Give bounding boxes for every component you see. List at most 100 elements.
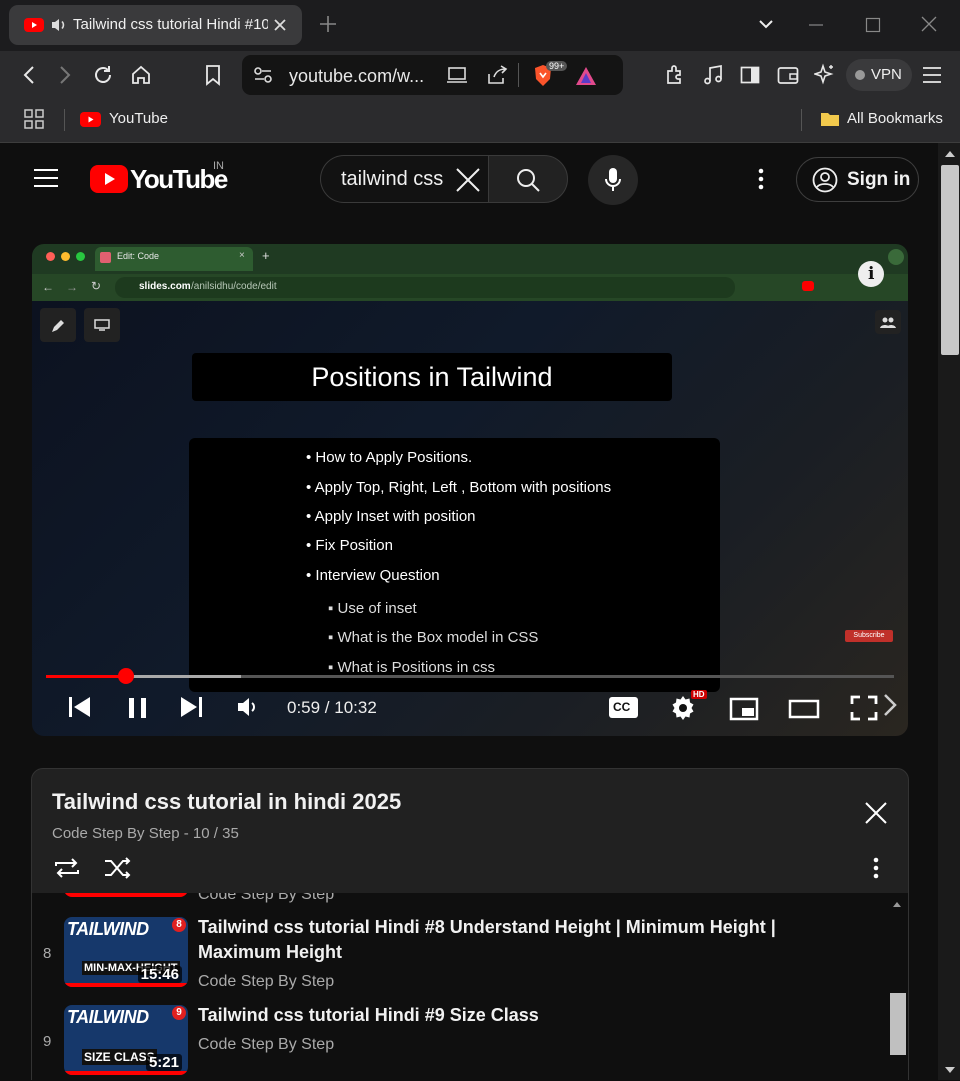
music-icon[interactable] <box>702 64 724 86</box>
search-icon <box>516 168 540 192</box>
country-code: IN <box>213 160 224 172</box>
sign-in-label: Sign in <box>847 169 911 190</box>
video-title[interactable]: Tailwind css tutorial Hindi #9 Size Clas… <box>198 1003 838 1028</box>
fullscreen-icon[interactable] <box>850 695 878 721</box>
playlist-items: Code Step By Step 8 TAILWIND 8 MIN-MAX-H… <box>32 893 908 1081</box>
thumb-badge: 8 <box>172 918 186 932</box>
address-bar[interactable]: youtube.com/w... 99+ <box>242 55 623 95</box>
loop-playlist-icon[interactable] <box>53 857 81 879</box>
close-playlist-icon[interactable] <box>865 802 887 824</box>
volume-icon[interactable] <box>236 696 260 718</box>
traffic-light-green <box>76 252 85 261</box>
more-options-icon[interactable] <box>757 168 765 190</box>
captions-button[interactable]: CC <box>609 697 638 718</box>
video-inner-reload-icon: ↻ <box>91 279 102 293</box>
sidebar-icon[interactable] <box>740 65 760 85</box>
page-scrollbar-thumb[interactable] <box>941 165 959 355</box>
tab-close-icon[interactable] <box>273 18 287 32</box>
slide-title: Positions in Tailwind <box>192 353 672 401</box>
audio-playing-icon[interactable] <box>50 17 68 33</box>
video-player[interactable]: Edit: Code × + ← → ↻ slides.com /anilsid… <box>32 244 908 736</box>
playlist-header: Tailwind css tutorial in hindi 2025 Code… <box>32 769 908 893</box>
slide-bullet: • Apply Top, Right, Left , Bottom with p… <box>306 479 612 496</box>
home-icon[interactable] <box>130 64 152 86</box>
video-thumbnail[interactable]: TAILWIND 8 MIN-MAX-HEIGHT 15:46 <box>64 917 188 987</box>
traffic-light-yellow <box>61 252 70 261</box>
traffic-light-red <box>46 252 55 261</box>
back-icon[interactable] <box>20 65 38 85</box>
window-close-icon[interactable] <box>921 16 937 32</box>
main-menu-icon[interactable] <box>922 66 942 84</box>
divider <box>801 109 802 131</box>
pause-icon[interactable] <box>127 696 149 720</box>
page-scroll-up-icon[interactable] <box>944 150 956 158</box>
next-icon[interactable] <box>179 696 203 718</box>
forward-icon[interactable] <box>56 65 74 85</box>
playlist-menu-icon[interactable] <box>872 857 880 879</box>
slide-sub-bullet: ▪ What is the Box model in CSS <box>328 629 539 646</box>
progress-bar[interactable] <box>46 675 894 678</box>
video-thumbnail[interactable]: TAILWIND 9 SIZE CLASS 5:21 <box>64 1005 188 1075</box>
video-inner-tab-title: Edit: Code <box>117 251 160 261</box>
guide-menu-icon[interactable] <box>34 168 58 188</box>
theater-mode-icon[interactable] <box>788 699 820 719</box>
youtube-logo[interactable] <box>90 165 128 193</box>
new-tab-button[interactable] <box>318 14 338 34</box>
playlist-title[interactable]: Tailwind css tutorial in hindi 2025 <box>52 789 401 815</box>
tab-search-chevron-icon[interactable] <box>758 18 774 30</box>
extensions-icon[interactable] <box>664 64 686 86</box>
browser-tab[interactable]: Tailwind css tutorial Hindi #10 Position… <box>9 5 302 45</box>
slide-sub-bullet-text: What is the Box model in CSS <box>337 629 539 646</box>
leo-ai-icon[interactable] <box>814 63 836 85</box>
info-card-icon[interactable]: i <box>858 261 884 287</box>
video-browser-toolbar: ← → ↻ slides.com /anilsidhu/code/edit <box>32 274 908 301</box>
list-scroll-up-icon[interactable] <box>892 900 902 908</box>
video-inner-newtab-icon: + <box>262 248 270 263</box>
slide-body: • How to Apply Positions. • Apply Top, R… <box>189 438 720 692</box>
reload-icon[interactable] <box>92 64 114 86</box>
search-button[interactable] <box>488 155 568 203</box>
video-channel[interactable]: Code Step By Step <box>198 973 334 991</box>
share-icon[interactable] <box>486 65 508 85</box>
vpn-status-dot <box>855 70 865 80</box>
youtube-favicon-icon <box>24 18 44 32</box>
video-channel[interactable]: Code Step By Step <box>198 1036 334 1054</box>
apps-grid-icon[interactable] <box>24 109 44 129</box>
sign-in-button[interactable]: Sign in <box>796 157 919 202</box>
playlist-item[interactable]: 9 TAILWIND 9 SIZE CLASS 5:21 Tailwind cs… <box>32 999 892 1079</box>
video-inner-back-icon: ← <box>42 280 54 294</box>
shuffle-icon[interactable] <box>104 857 132 879</box>
vpn-button[interactable]: VPN <box>846 59 912 91</box>
wallet-icon[interactable] <box>777 65 799 85</box>
brave-rewards-icon[interactable] <box>575 66 597 86</box>
window-maximize-icon[interactable] <box>865 17 881 33</box>
clear-search-icon[interactable] <box>455 167 481 193</box>
page-scroll-down-icon[interactable] <box>944 1066 956 1074</box>
playlist-item[interactable]: 8 TAILWIND 8 MIN-MAX-HEIGHT 15:46 Tailwi… <box>32 911 892 991</box>
bookmark-icon[interactable] <box>204 64 222 86</box>
scrubber-handle[interactable] <box>117 668 134 684</box>
subscribe-watermark: Subscribe <box>845 630 893 642</box>
youtube-favicon-icon <box>80 112 101 127</box>
folder-icon <box>820 110 840 128</box>
thumb-badge: 9 <box>172 1006 186 1020</box>
miniplayer-icon[interactable] <box>729 697 759 721</box>
cast-icon[interactable] <box>446 65 468 85</box>
video-inner-tab-close-icon: × <box>239 250 245 261</box>
slide-sub-bullet: ▪ Use of inset <box>328 600 417 617</box>
video-browser-tabstrip: Edit: Code × + <box>32 244 908 274</box>
video-title[interactable]: Tailwind css tutorial Hindi #8 Understan… <box>198 915 838 965</box>
divider <box>64 109 65 131</box>
window-minimize-icon[interactable] <box>808 14 824 36</box>
slide-sub-bullet-text: Use of inset <box>337 600 417 617</box>
previous-icon[interactable] <box>68 696 92 718</box>
voice-search-button[interactable] <box>588 155 638 205</box>
video-inner-youtube-icon <box>802 281 814 291</box>
captions-label: CC <box>613 700 631 714</box>
playlist-scrollbar-thumb[interactable] <box>890 993 906 1055</box>
site-settings-icon[interactable] <box>253 66 273 84</box>
account-icon <box>812 167 838 193</box>
search-input[interactable]: tailwind css tutorial <box>320 155 488 203</box>
partial-thumbnail <box>64 893 188 897</box>
next-chevron-icon[interactable] <box>882 692 898 718</box>
